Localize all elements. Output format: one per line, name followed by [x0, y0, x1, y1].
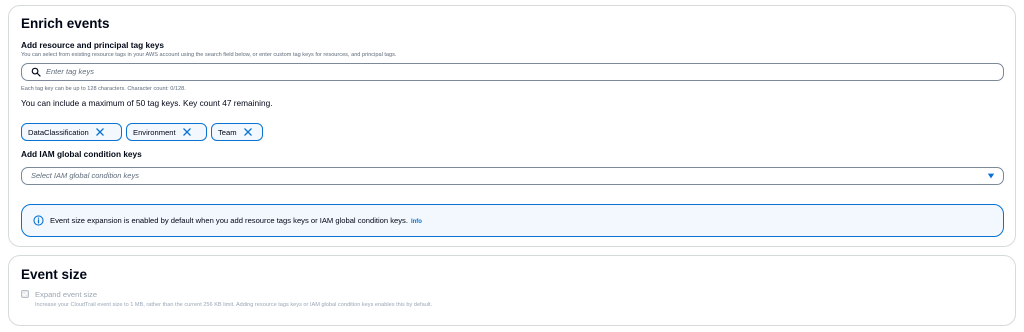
- tag-keys-search-input[interactable]: Enter tag keys: [21, 63, 1004, 81]
- search-icon: [31, 67, 41, 77]
- iam-keys-label: Add IAM global condition keys: [21, 149, 142, 159]
- close-icon[interactable]: [182, 127, 192, 137]
- iam-keys-select[interactable]: Select IAM global condition keys: [21, 167, 1004, 185]
- tag-token-team: Team: [211, 123, 263, 141]
- tag-keys-description: You can select from existing resource ta…: [21, 52, 397, 58]
- close-icon[interactable]: [95, 127, 105, 137]
- token-label: Team: [218, 127, 237, 137]
- info-alert: Event size expansion is enabled by defau…: [21, 204, 1004, 237]
- info-message: Event size expansion is enabled by defau…: [50, 216, 422, 225]
- expand-event-size-label: Expand event size: [35, 290, 98, 299]
- tag-keys-label: Add resource and principal tag keys: [21, 40, 164, 50]
- tag-keys-placeholder: Enter tag keys: [46, 67, 94, 76]
- tag-keys-limit-text: You can include a maximum of 50 tag keys…: [21, 98, 273, 108]
- info-link[interactable]: Info: [411, 219, 422, 225]
- info-icon: [33, 215, 44, 226]
- caret-down-icon: [987, 173, 995, 179]
- tag-token-environment: Environment: [126, 123, 207, 141]
- info-message-text: Event size expansion is enabled by defau…: [50, 216, 408, 225]
- tag-token-dataclassification: DataClassification: [21, 123, 122, 141]
- event-size-title: Event size: [21, 267, 88, 282]
- token-label: Environment: [133, 127, 176, 137]
- enrich-events-panel: Enrich events Add resource and principal…: [8, 5, 1016, 247]
- enrich-events-title: Enrich events: [21, 16, 110, 31]
- expand-event-size-checkbox[interactable]: [21, 290, 29, 298]
- event-size-panel: Event size Expand event size Increase yo…: [8, 255, 1016, 326]
- iam-keys-placeholder: Select IAM global condition keys: [31, 171, 139, 180]
- expand-event-size-description: Increase your CloudTrail event size to 1…: [35, 302, 433, 308]
- close-icon[interactable]: [243, 127, 253, 137]
- tag-keys-char-constraint: Each tag key can be up to 128 characters…: [21, 86, 186, 92]
- token-label: DataClassification: [28, 127, 89, 137]
- check-icon: [22, 292, 28, 296]
